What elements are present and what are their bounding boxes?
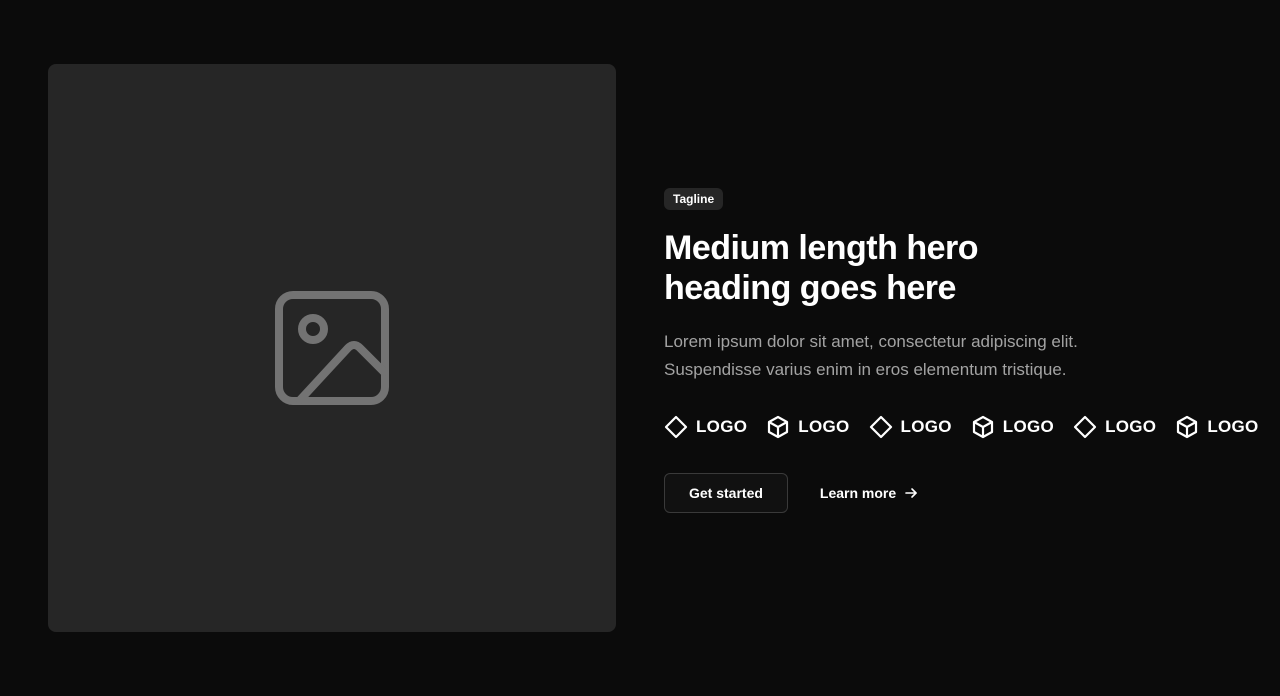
logo-strip: LOGO LOGO LOGO LOGO LOGO LOGO <box>664 414 1258 440</box>
hero-heading: Medium length hero heading goes here <box>664 228 1044 308</box>
logo-item: LOGO <box>664 415 747 439</box>
hero-description-line2: Suspendisse varius enim in eros elementu… <box>664 360 1067 379</box>
logo-label: LOGO <box>1002 417 1055 436</box>
arrow-right-icon <box>905 488 917 498</box>
hero-actions: Get started Learn more <box>664 473 1244 513</box>
hero-image-placeholder <box>48 64 616 632</box>
diamond-icon <box>664 415 688 439</box>
cube-icon <box>768 415 789 439</box>
image-icon <box>275 291 389 405</box>
tagline-badge: Tagline <box>664 188 724 210</box>
logo-label: LOGO <box>1105 417 1157 436</box>
logo-item: LOGO <box>1175 415 1258 439</box>
learn-more-label: Learn more <box>819 485 897 501</box>
diamond-icon <box>869 415 892 439</box>
learn-more-button[interactable]: Learn more <box>820 485 918 501</box>
logo-item: LOGO <box>766 415 849 439</box>
get-started-button[interactable]: Get started <box>664 473 788 513</box>
logo-label: LOGO <box>900 417 952 436</box>
hero-description-line1: Lorem ipsum dolor sit amet, consectetur … <box>664 332 1078 351</box>
logo-label: LOGO <box>696 417 748 436</box>
logo-item: LOGO <box>1073 415 1156 439</box>
logo-label: LOGO <box>1207 417 1259 436</box>
cube-icon <box>972 415 993 439</box>
cube-icon <box>1177 415 1198 439</box>
hero-heading-line1: Medium length hero <box>664 229 979 267</box>
hero-description: Lorem ipsum dolor sit amet, consectetur … <box>664 328 1144 384</box>
hero-heading-line2: heading goes here <box>664 269 956 307</box>
diamond-icon <box>1073 415 1097 439</box>
logo-item: LOGO <box>869 415 952 439</box>
logo-label: LOGO <box>798 417 850 436</box>
logo-item: LOGO <box>971 415 1054 439</box>
hero-content: Tagline Medium length hero heading goes … <box>664 188 1258 513</box>
